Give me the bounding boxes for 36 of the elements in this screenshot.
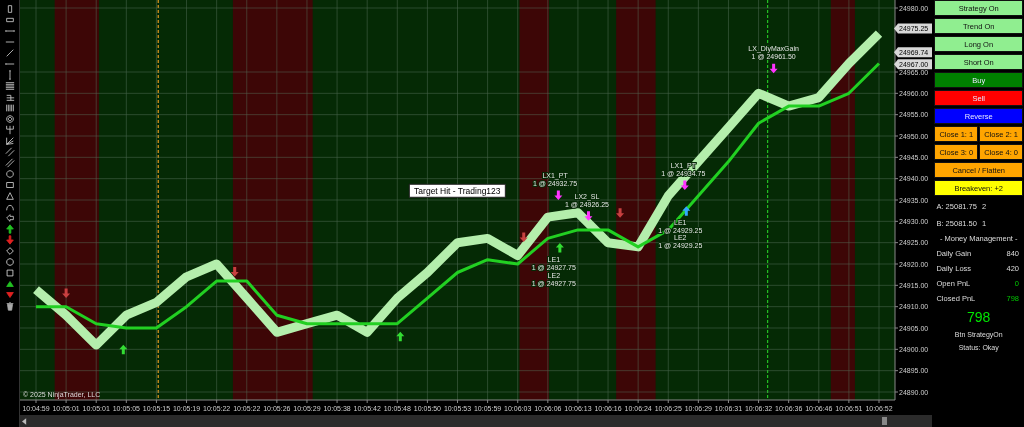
horizontal-scrollbar[interactable]: [20, 415, 933, 427]
down-arrow: [520, 232, 529, 242]
left-arrow-icon[interactable]: [22, 417, 28, 425]
arc-icon[interactable]: [4, 202, 15, 212]
square-icon[interactable]: [4, 268, 15, 278]
pitchfork-icon[interactable]: [4, 125, 15, 135]
diamond-icon[interactable]: [4, 246, 15, 256]
up-arrow-icon[interactable]: [4, 224, 15, 234]
callout-label: Target Hit - Trading123: [409, 183, 507, 198]
up-arrow: [556, 243, 565, 253]
rectangle-icon[interactable]: [4, 180, 15, 190]
parallel-lines-icon[interactable]: [4, 158, 15, 168]
up-arrow: [119, 344, 128, 355]
trash-icon[interactable]: [4, 301, 15, 311]
chart-lines-icon[interactable]: [4, 92, 15, 102]
fan-icon[interactable]: [4, 136, 15, 146]
down-arrow: [681, 180, 690, 191]
triangle-icon[interactable]: [4, 191, 15, 201]
down-arrow: [62, 288, 71, 299]
up-arrow: [682, 206, 691, 216]
horizontal-lines-icon[interactable]: [4, 81, 15, 91]
diagonal-line-icon[interactable]: [4, 48, 15, 58]
down-arrow: [770, 63, 779, 74]
down-arrow: [616, 208, 625, 218]
up-arrow: [396, 331, 405, 342]
total-pnl: 798: [966, 308, 992, 325]
scrollbar-thumb[interactable]: [882, 417, 888, 425]
down-arrow: [554, 190, 563, 200]
down-triangle-icon[interactable]: [4, 290, 15, 300]
concentric-circles-icon[interactable]: [4, 114, 15, 124]
down-arrow: [584, 211, 593, 221]
down-arrow-icon[interactable]: [4, 235, 15, 245]
left-arrow-icon[interactable]: [4, 213, 15, 223]
vertical-lines-icon[interactable]: [4, 103, 15, 113]
down-arrow: [231, 267, 240, 277]
up-triangle-icon[interactable]: [4, 279, 15, 289]
